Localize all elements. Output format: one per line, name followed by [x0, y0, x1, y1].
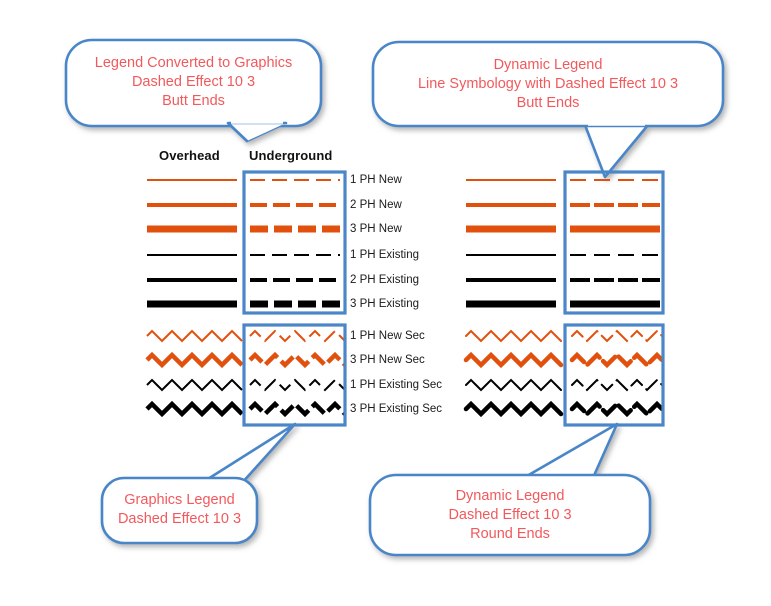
left-underground-secondary — [248, 329, 347, 418]
callout-top-left[interactable] — [64, 38, 323, 143]
legend-label-3ph-new-sec: 3 PH New Sec — [350, 354, 425, 366]
left-underground-box-primary — [242, 170, 347, 315]
column-header-underground: Underground — [249, 148, 333, 163]
legend-label-1ph-existing: 1 PH Existing — [350, 249, 420, 261]
legend-label-3ph-existing: 3 PH Existing — [350, 298, 420, 310]
legend-label-1ph-existing-sec: 1 PH Existing Sec — [350, 379, 443, 391]
right-underground-primary — [570, 179, 660, 308]
right-panel-symbols — [463, 170, 665, 427]
legend-label-1ph-new-sec: 1 PH New Sec — [350, 330, 425, 342]
diagram-canvas: Legend Converted to Graphics Dashed Effe… — [0, 0, 771, 606]
left-overhead-primary — [147, 179, 237, 308]
callout-bottom-right[interactable] — [368, 422, 652, 557]
right-underground-box-primary — [563, 170, 665, 315]
left-overhead-secondary — [145, 329, 244, 418]
legend-label-1ph-new: 1 PH New — [350, 174, 402, 186]
callout-bottom-left[interactable] — [100, 422, 297, 545]
left-panel-symbols — [145, 170, 347, 427]
callout-top-right[interactable] — [371, 40, 725, 179]
legend-label-3ph-new: 3 PH New — [350, 223, 402, 235]
right-underground-secondary — [569, 329, 665, 418]
right-overhead-secondary — [463, 329, 564, 418]
legend-label-2ph-new: 2 PH New — [350, 199, 402, 211]
legend-label-3ph-existing-sec: 3 PH Existing Sec — [350, 403, 443, 415]
left-underground-primary — [250, 179, 340, 308]
legend-label-2ph-existing: 2 PH Existing — [350, 274, 420, 286]
column-header-overhead: Overhead — [159, 148, 220, 163]
right-overhead-primary — [466, 179, 556, 308]
